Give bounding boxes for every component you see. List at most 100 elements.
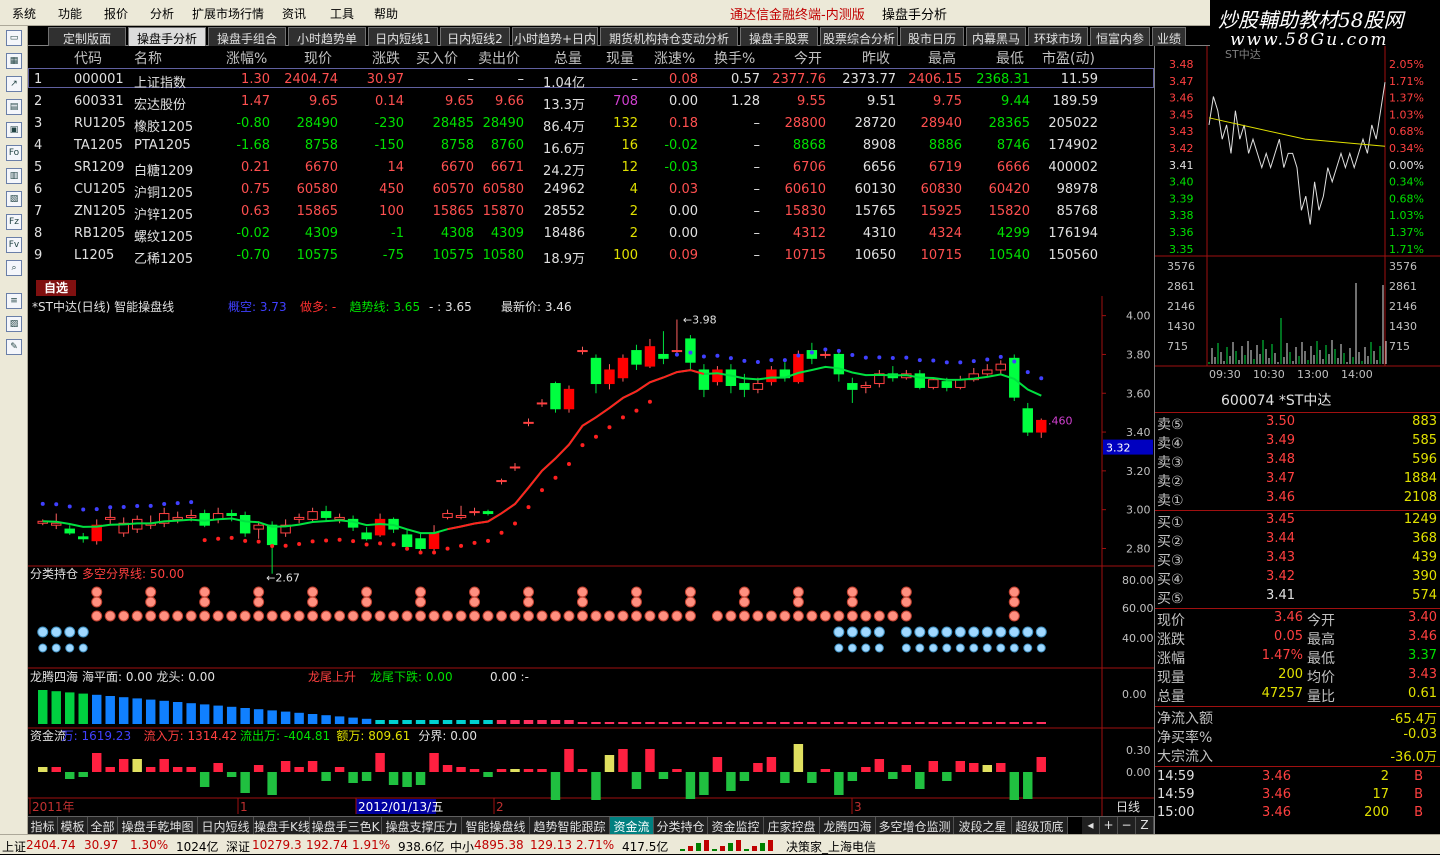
col-header-6[interactable]: 卖出价 xyxy=(478,48,520,68)
tab-1[interactable]: 操盘手分析 xyxy=(128,27,206,46)
zixuan-tab[interactable]: 自选 xyxy=(36,280,76,296)
cell-16: 85768 xyxy=(1056,204,1098,219)
toolbar-icon-1[interactable]: ▦ xyxy=(6,53,22,69)
col-header-8[interactable]: 现量 xyxy=(606,48,634,68)
status-item-5: 深证 xyxy=(226,840,251,854)
longteng-bar xyxy=(820,722,831,724)
chart-control-2[interactable]: − xyxy=(1118,817,1136,835)
indicator-tab-16[interactable]: 波段之星 xyxy=(954,817,1012,835)
col-header-4[interactable]: 涨跌 xyxy=(372,48,400,68)
cell-15: 6666 xyxy=(996,160,1030,175)
toolbar-icon-13[interactable]: ✎ xyxy=(6,339,22,355)
indicator-tab-4[interactable]: 日内短线 xyxy=(198,817,254,835)
tab-6[interactable]: 小时趋势+日内 xyxy=(512,27,598,46)
indicator-tab-1[interactable]: 模板 xyxy=(58,817,88,835)
col-header-13[interactable]: 最高 xyxy=(928,48,956,68)
col-header-2[interactable]: 涨幅% xyxy=(226,48,267,68)
info-value: 0.05 xyxy=(1274,629,1303,644)
col-header-10[interactable]: 换手% xyxy=(714,48,755,68)
longteng-bar xyxy=(942,722,952,724)
indicator-tab-15[interactable]: 多空增仓监测 xyxy=(876,817,954,835)
tab-4[interactable]: 日内短线1 xyxy=(368,27,438,46)
indicator-tab-17[interactable]: 超级顶底 xyxy=(1012,817,1068,835)
indicator-tab-7[interactable]: 操盘支撑压力 xyxy=(382,817,462,835)
intraday-chart[interactable]: ST中达 3.48 3.47 3.46 3.45 3.43 3.42 3.41 3.40 3.39… xyxy=(1155,46,1440,382)
menu-2[interactable]: 报价 xyxy=(104,5,128,22)
long-dot xyxy=(418,550,423,555)
indicator-tab-13[interactable]: 庄家控盘 xyxy=(764,817,820,835)
quote-row[interactable]: 4 TA1205 PTA1205 -1.68 8758 -150 8758 8760 16.6万… xyxy=(28,135,1154,157)
indicator-tab-14[interactable]: 龙腾四海 xyxy=(820,817,876,835)
toolbar-icon-6[interactable]: ▥ xyxy=(6,168,22,184)
col-header-7[interactable]: 总量 xyxy=(554,48,582,68)
tab-0[interactable]: 定制版面 xyxy=(48,27,126,46)
col-header-15[interactable]: 市盈(动) xyxy=(1042,48,1095,68)
col-header-9[interactable]: 涨速% xyxy=(654,48,695,68)
toolbar-icon-12[interactable]: ▨ xyxy=(6,316,22,332)
col-header-5[interactable]: 买入价 xyxy=(416,48,458,68)
indicator-tab-5[interactable]: 操盘手K线 xyxy=(254,817,310,835)
indicator-tab-6[interactable]: 操盘手三色K xyxy=(310,817,382,835)
tab-12[interactable]: 环球市场 xyxy=(1028,27,1088,46)
status-item-15: 决策家_上海电信 xyxy=(786,840,877,854)
tab-10[interactable]: 股市日历 xyxy=(900,27,964,46)
tab-3[interactable]: 小时趋势单 xyxy=(288,27,366,46)
indicator-tab-12[interactable]: 资金监控 xyxy=(708,817,764,835)
menu-5[interactable]: 资讯 xyxy=(282,5,306,22)
menu-6[interactable]: 工具 xyxy=(330,5,354,22)
menu-7[interactable]: 帮助 xyxy=(374,5,398,22)
indicator-tab-8[interactable]: 智能操盘线 xyxy=(462,817,530,835)
quote-row[interactable]: 9 L1205 乙稀1205 -0.70 10575 -75 10575 10580 18.9万… xyxy=(28,245,1154,267)
indicator-tab-9[interactable]: 趋势智能跟踪 xyxy=(530,817,610,835)
period-label[interactable]: 日线 xyxy=(1116,800,1140,814)
menu-0[interactable]: 系统 xyxy=(12,5,36,22)
col-header-1[interactable]: 名称 xyxy=(134,48,162,68)
toolbar-icon-8[interactable]: Fz xyxy=(6,214,22,230)
chart-control-1[interactable]: + xyxy=(1100,817,1118,835)
col-header-3[interactable]: 现价 xyxy=(304,48,332,68)
toolbar-icon-3[interactable]: ▤ xyxy=(6,99,22,115)
toolbar-icon-4[interactable]: ▣ xyxy=(6,122,22,138)
tab-8[interactable]: 操盘手股票 xyxy=(740,27,818,46)
tab-13[interactable]: 恒富内参 xyxy=(1090,27,1150,46)
quote-row[interactable]: 3 RU1205 橡胶1205 -0.80 28490 -230 28485 28490 86.… xyxy=(28,113,1154,135)
toolbar-icon-11[interactable]: ≡ xyxy=(6,293,22,309)
quote-row[interactable]: 8 RB1205 螺纹1205 -0.02 4309 -1 4308 4309 18486 2 0.… xyxy=(28,223,1154,245)
chart-control-3[interactable]: Z xyxy=(1136,817,1154,835)
toolbar-icon-7[interactable]: ▧ xyxy=(6,191,22,207)
tab-5[interactable]: 日内短线2 xyxy=(440,27,510,46)
quote-row[interactable]: 7 ZN1205 沪锌1205 0.63 15865 100 15865 15870 28552… xyxy=(28,201,1154,223)
indicator-tab-11[interactable]: 分类持仓 xyxy=(654,817,708,835)
kline-chart[interactable]: *ST中达(日线) 智能操盘线 概空: 3.73 做多: - 趋势线: 3.65 - :… xyxy=(28,296,1154,816)
cell-4: 8758 xyxy=(304,138,338,153)
toolbar-icon-9[interactable]: Fv xyxy=(6,237,22,253)
col-header-12[interactable]: 昨收 xyxy=(862,48,890,68)
holding-marker xyxy=(914,626,926,653)
tab-2[interactable]: 操盘手组合 xyxy=(208,27,286,46)
quote-row[interactable]: 2 600331 宏达股份 1.47 9.65 0.14 9.65 9.66 13.3万 708 0… xyxy=(28,91,1154,113)
menu-1[interactable]: 功能 xyxy=(58,5,82,22)
tab-14[interactable]: 业绩 xyxy=(1152,27,1186,46)
indicator-tab-0[interactable]: 指标 xyxy=(28,817,58,835)
quote-row[interactable]: 1 000001 上证指数 1.30 2404.74 30.97 – – 1.04亿 – 0.08 0… xyxy=(28,69,1154,91)
info-label2: 今开 xyxy=(1307,613,1335,629)
col-header-0[interactable]: 代码 xyxy=(74,48,102,68)
indicator-tab-2[interactable]: 全部 xyxy=(88,817,118,835)
menu-3[interactable]: 分析 xyxy=(150,5,174,22)
zijin-bar xyxy=(915,772,925,789)
toolbar-icon-5[interactable]: Fo xyxy=(6,145,22,161)
quote-row[interactable]: 6 CU1205 沪铜1205 0.75 60580 450 60570 60580 24962… xyxy=(28,179,1154,201)
tab-11[interactable]: 内幕黑马 xyxy=(966,27,1026,46)
indicator-tab-3[interactable]: 操盘手乾坤图 xyxy=(118,817,198,835)
toolbar-icon-10[interactable]: ⌕ xyxy=(6,260,22,276)
indicator-tab-10[interactable]: 资金流 xyxy=(610,817,654,835)
quote-row[interactable]: 5 SR1209 白糖1209 0.21 6670 14 6670 6671 24.2万 12 -0… xyxy=(28,157,1154,179)
col-header-14[interactable]: 最低 xyxy=(996,48,1024,68)
chart-control-0[interactable]: ◂ xyxy=(1082,817,1100,835)
col-header-11[interactable]: 今开 xyxy=(794,48,822,68)
toolbar-icon-2[interactable]: ↗ xyxy=(6,76,22,92)
menu-4[interactable]: 扩展市场行情 xyxy=(192,5,264,22)
tab-9[interactable]: 股票综合分析 xyxy=(820,27,898,46)
tab-7[interactable]: 期货机构持仓变动分析 xyxy=(600,27,738,46)
toolbar-icon-0[interactable]: ▭ xyxy=(6,30,22,46)
